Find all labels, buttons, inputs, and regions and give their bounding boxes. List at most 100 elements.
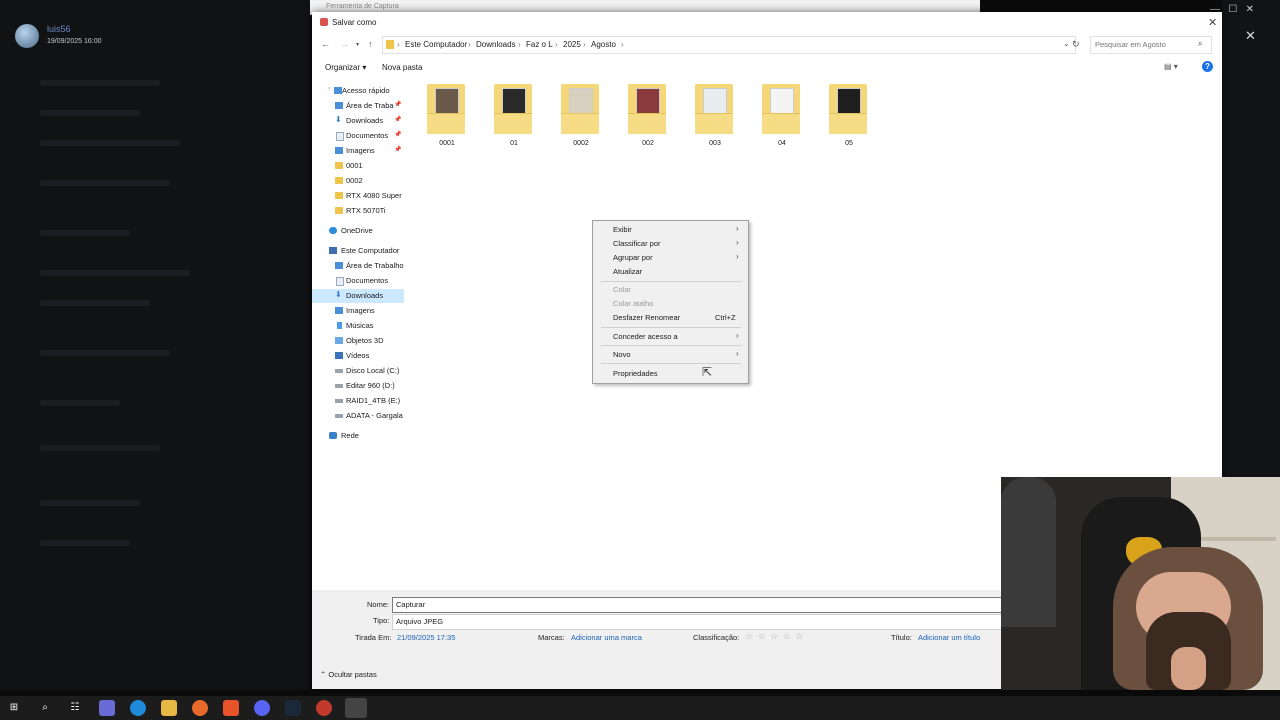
nav-label: Documentos: [346, 131, 389, 140]
search-icon[interactable]: ⌕: [37, 700, 53, 716]
breadcrumb-item[interactable]: Este Computador: [405, 40, 467, 49]
file-item[interactable]: 002: [623, 84, 673, 154]
navigation-bar: ← → ▾ ↑ › Este Computador › Downloads › …: [312, 34, 1222, 56]
menu-label: Desfazer Renomear: [613, 313, 681, 322]
menu-item-paste[interactable]: Colar: [593, 283, 748, 297]
file-item[interactable]: 05: [824, 84, 874, 154]
menu-item-view[interactable]: Exibir ›: [593, 223, 748, 237]
nav-item-videos[interactable]: Vídeos: [312, 349, 404, 363]
rating-stars[interactable]: ☆ ☆ ☆ ☆ ☆: [745, 631, 804, 642]
search-icon[interactable]: ⌕: [1198, 39, 1202, 49]
view-options-icon[interactable]: ▤ ▾: [1164, 62, 1178, 71]
up-arrow-icon[interactable]: ↑: [368, 39, 373, 49]
nav-item-drive[interactable]: Disco Local (C:): [312, 364, 404, 378]
capture-tool-title: Ferramenta de Captura: [326, 3, 399, 10]
file-item[interactable]: 0002: [556, 84, 606, 154]
taken-value[interactable]: 21/09/2025 17:35: [397, 633, 455, 642]
menu-item-group-by[interactable]: Agrupar por ›: [593, 251, 748, 265]
edge-icon[interactable]: [130, 700, 146, 716]
nav-item-drive[interactable]: Editar 960 (D:): [312, 379, 404, 393]
menu-separator: [601, 345, 741, 346]
nav-label: OneDrive: [341, 226, 373, 235]
file-item[interactable]: 01: [489, 84, 539, 154]
file-explorer-icon[interactable]: [161, 700, 177, 716]
steam-icon[interactable]: [285, 700, 301, 716]
add-tag-link[interactable]: Adicionar uma marca: [571, 633, 642, 642]
file-item[interactable]: 04: [757, 84, 807, 154]
nav-label: Disco Local (C:): [346, 366, 400, 375]
brave-icon[interactable]: [223, 700, 239, 716]
windows-start-icon[interactable]: ⊞: [6, 700, 22, 716]
nav-item-3d-objects[interactable]: Objetos 3D: [312, 334, 404, 348]
nav-item-folder[interactable]: 0002: [312, 174, 404, 188]
avatar[interactable]: [15, 24, 39, 48]
menu-item-sort-by[interactable]: Classificar por ›: [593, 237, 748, 251]
nav-item-desktop[interactable]: Área de Trabalho: [312, 259, 404, 273]
nav-label: Imagens: [346, 146, 375, 155]
nav-item-folder[interactable]: RTX 5070Ti: [312, 204, 404, 218]
drive-icon: [335, 384, 343, 388]
nav-item-drive[interactable]: ADATA - Gargala: [312, 409, 404, 423]
image-icon: [335, 147, 343, 154]
help-icon[interactable]: ?: [1202, 61, 1213, 72]
new-folder-button[interactable]: Nova pasta: [382, 63, 422, 72]
menu-item-undo-rename[interactable]: Desfazer Renomear Ctrl+Z: [593, 311, 748, 325]
nav-label: Vídeos: [346, 351, 370, 360]
nav-item-downloads-selected[interactable]: ⬇ Downloads: [312, 289, 404, 303]
folder-thumbnail: [829, 84, 867, 134]
task-view-icon[interactable]: ☷: [67, 700, 83, 716]
desktop-icon: [335, 102, 343, 109]
add-title-link[interactable]: Adicionar um título: [918, 633, 980, 642]
file-name-input[interactable]: Capturar: [392, 597, 1014, 613]
close-icon[interactable]: ✕: [1245, 28, 1256, 44]
nav-item-drive[interactable]: RAID1_4TB (E:): [312, 394, 404, 408]
nav-item-images[interactable]: Imagens: [312, 304, 404, 318]
nav-item-folder[interactable]: RTX 4080 Super: [312, 189, 404, 203]
breadcrumb-item[interactable]: Agosto: [591, 40, 616, 49]
menu-item-new[interactable]: Novo ›: [593, 348, 748, 362]
nav-label: Objetos 3D: [346, 336, 384, 345]
nav-network[interactable]: Rede: [312, 429, 404, 443]
discord-icon[interactable]: [254, 700, 270, 716]
nav-item-documents[interactable]: Documentos: [312, 274, 404, 288]
file-type-select[interactable]: Arquivo JPEG: [392, 614, 1014, 630]
breadcrumb-item[interactable]: Faz o L: [526, 40, 553, 49]
nav-item-music[interactable]: Músicas: [312, 319, 404, 333]
file-item[interactable]: 0001: [422, 84, 472, 154]
tags-label: Marcas:: [538, 633, 565, 642]
copilot-icon[interactable]: [99, 700, 115, 716]
nav-item-downloads[interactable]: ⬇ Downloads 📌: [312, 114, 404, 128]
breadcrumb-item[interactable]: Downloads: [476, 40, 516, 49]
menu-item-paste-shortcut[interactable]: Colar atalho: [593, 297, 748, 311]
menu-item-refresh[interactable]: Atualizar: [593, 265, 748, 279]
nav-quick-access[interactable]: › Acesso rápido: [312, 84, 404, 98]
breadcrumb-item[interactable]: 2025: [563, 40, 581, 49]
taskbar: ⊞ ⌕ ☷: [0, 696, 1280, 720]
organize-button[interactable]: Organizar ▾: [325, 63, 366, 72]
address-bar[interactable]: › Este Computador › Downloads › Faz o L …: [382, 36, 1076, 54]
nav-label: Downloads: [346, 291, 384, 300]
menu-item-properties[interactable]: Propriedades: [593, 367, 748, 381]
app-icon[interactable]: [316, 700, 332, 716]
nav-onedrive[interactable]: OneDrive: [312, 224, 404, 238]
nav-item-desktop[interactable]: Área de Traba 📌: [312, 99, 404, 113]
refresh-icon[interactable]: ↻: [1072, 39, 1080, 50]
forward-arrow-icon[interactable]: →: [340, 39, 349, 49]
nav-item-images[interactable]: Imagens 📌: [312, 144, 404, 158]
back-arrow-icon[interactable]: ←: [321, 39, 330, 49]
nav-item-folder[interactable]: 0001: [312, 159, 404, 173]
file-item[interactable]: 003: [690, 84, 740, 154]
chevron-down-icon[interactable]: ⌄: [1063, 39, 1070, 48]
firefox-icon[interactable]: [192, 700, 208, 716]
search-input[interactable]: Pesquisar em Agosto ⌕: [1090, 36, 1212, 54]
nav-label: Imagens: [346, 306, 375, 315]
snipping-tool-icon[interactable]: [345, 698, 367, 718]
nav-item-documents[interactable]: Documentos 📌: [312, 129, 404, 143]
chevron-down-icon[interactable]: ▾: [356, 41, 359, 48]
close-icon[interactable]: ✕: [1208, 16, 1217, 29]
folder-thumbnail: [494, 84, 532, 134]
menu-label: Propriedades: [613, 369, 658, 378]
menu-item-give-access[interactable]: Conceder acesso a ›: [593, 330, 748, 344]
nav-this-pc[interactable]: Este Computador: [312, 244, 404, 258]
hide-folders-button[interactable]: ⌃ Ocultar pastas: [320, 670, 377, 679]
